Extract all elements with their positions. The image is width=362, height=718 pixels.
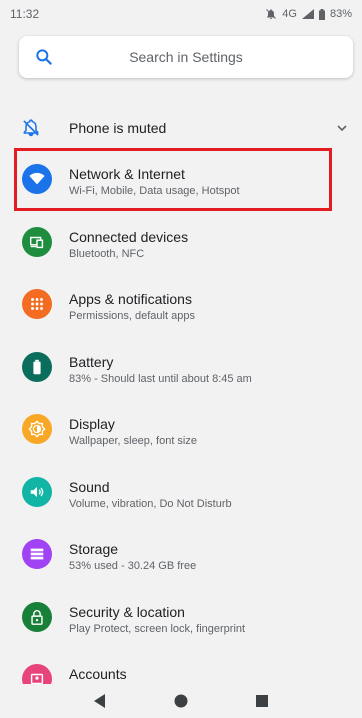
search-input[interactable]: Search in Settings: [19, 36, 353, 78]
settings-item-subtitle: 53% used - 30.24 GB free: [69, 560, 197, 572]
settings-item-connected-devices[interactable]: Connected devices Bluetooth, NFC: [0, 211, 362, 274]
sound-icon: [22, 476, 52, 507]
settings-item-subtitle: Wi-Fi, Mobile, Data usage, Hotspot: [69, 185, 240, 197]
settings-item-title: Storage: [69, 541, 119, 557]
search-icon: [36, 49, 52, 65]
recents-button[interactable]: [255, 694, 269, 708]
battery-icon: [22, 351, 52, 382]
settings-item-title: Accounts: [69, 666, 127, 682]
mute-status-icon: [266, 9, 277, 19]
network-type: 4G: [282, 8, 297, 20]
phone-muted-suggestion[interactable]: Phone is muted: [0, 108, 362, 148]
status-icons: 4G 83%: [265, 8, 352, 20]
settings-item-title: Display: [69, 416, 115, 432]
storage-icon: [22, 539, 52, 569]
devices-icon: [22, 226, 52, 257]
settings-item-apps[interactable]: Apps & notifications Permissions, defaul…: [0, 273, 362, 336]
settings-item-title: Network & Internet: [69, 166, 185, 182]
settings-item-battery[interactable]: Battery 83% - Should last until about 8:…: [0, 336, 362, 399]
back-icon: [94, 694, 106, 708]
battery-level: 83%: [329, 8, 352, 20]
back-button[interactable]: [93, 694, 107, 708]
recents-icon: [255, 695, 268, 707]
home-icon: [174, 694, 188, 708]
display-icon: [22, 414, 52, 444]
settings-item-subtitle: Wallpaper, sleep, font size: [69, 435, 197, 447]
settings-item-network[interactable]: Network & Internet Wi-Fi, Mobile, Data u…: [0, 148, 362, 211]
search-wrap: Search in Settings: [0, 28, 362, 108]
settings-item-security[interactable]: Security & location Play Protect, screen…: [0, 586, 362, 649]
lock-icon: [22, 601, 52, 632]
battery-status-icon: [318, 8, 325, 20]
settings-item-subtitle: Bluetooth, NFC: [69, 247, 145, 260]
settings-item-display[interactable]: Display Wallpaper, sleep, font size: [0, 398, 362, 461]
settings-item-title: Security & location: [69, 603, 185, 620]
settings-list: Network & Internet Wi-Fi, Mobile, Data u…: [0, 148, 362, 711]
wifi-icon: [22, 164, 52, 194]
signal-icon: [301, 9, 314, 19]
settings-item-title: Sound: [69, 478, 110, 495]
settings-item-subtitle: Play Protect, screen lock, fingerprint: [69, 622, 246, 635]
suggestion-label: Phone is muted: [69, 120, 167, 136]
settings-item-title: Connected devices: [69, 228, 189, 245]
settings-item-title: Apps & notifications: [69, 291, 192, 307]
home-button[interactable]: [174, 694, 188, 708]
settings-item-storage[interactable]: Storage 53% used - 30.24 GB free: [0, 523, 362, 586]
settings-item-title: Battery: [69, 353, 114, 370]
status-time: 11:32: [10, 7, 40, 21]
mute-icon: [23, 119, 39, 137]
settings-item-subtitle: Volume, vibration, Do Not Disturb: [69, 497, 232, 510]
settings-item-subtitle: 83% - Should last until about 8:45 am: [69, 372, 252, 385]
navigation-bar: [0, 684, 362, 718]
search-placeholder: Search in Settings: [129, 49, 243, 65]
chevron-down-icon[interactable]: [336, 122, 348, 134]
settings-item-sound[interactable]: Sound Volume, vibration, Do Not Disturb: [0, 461, 362, 524]
settings-item-subtitle: Permissions, default apps: [69, 310, 195, 322]
apps-icon: [22, 289, 52, 319]
status-bar: 11:32 4G 83%: [0, 0, 362, 28]
